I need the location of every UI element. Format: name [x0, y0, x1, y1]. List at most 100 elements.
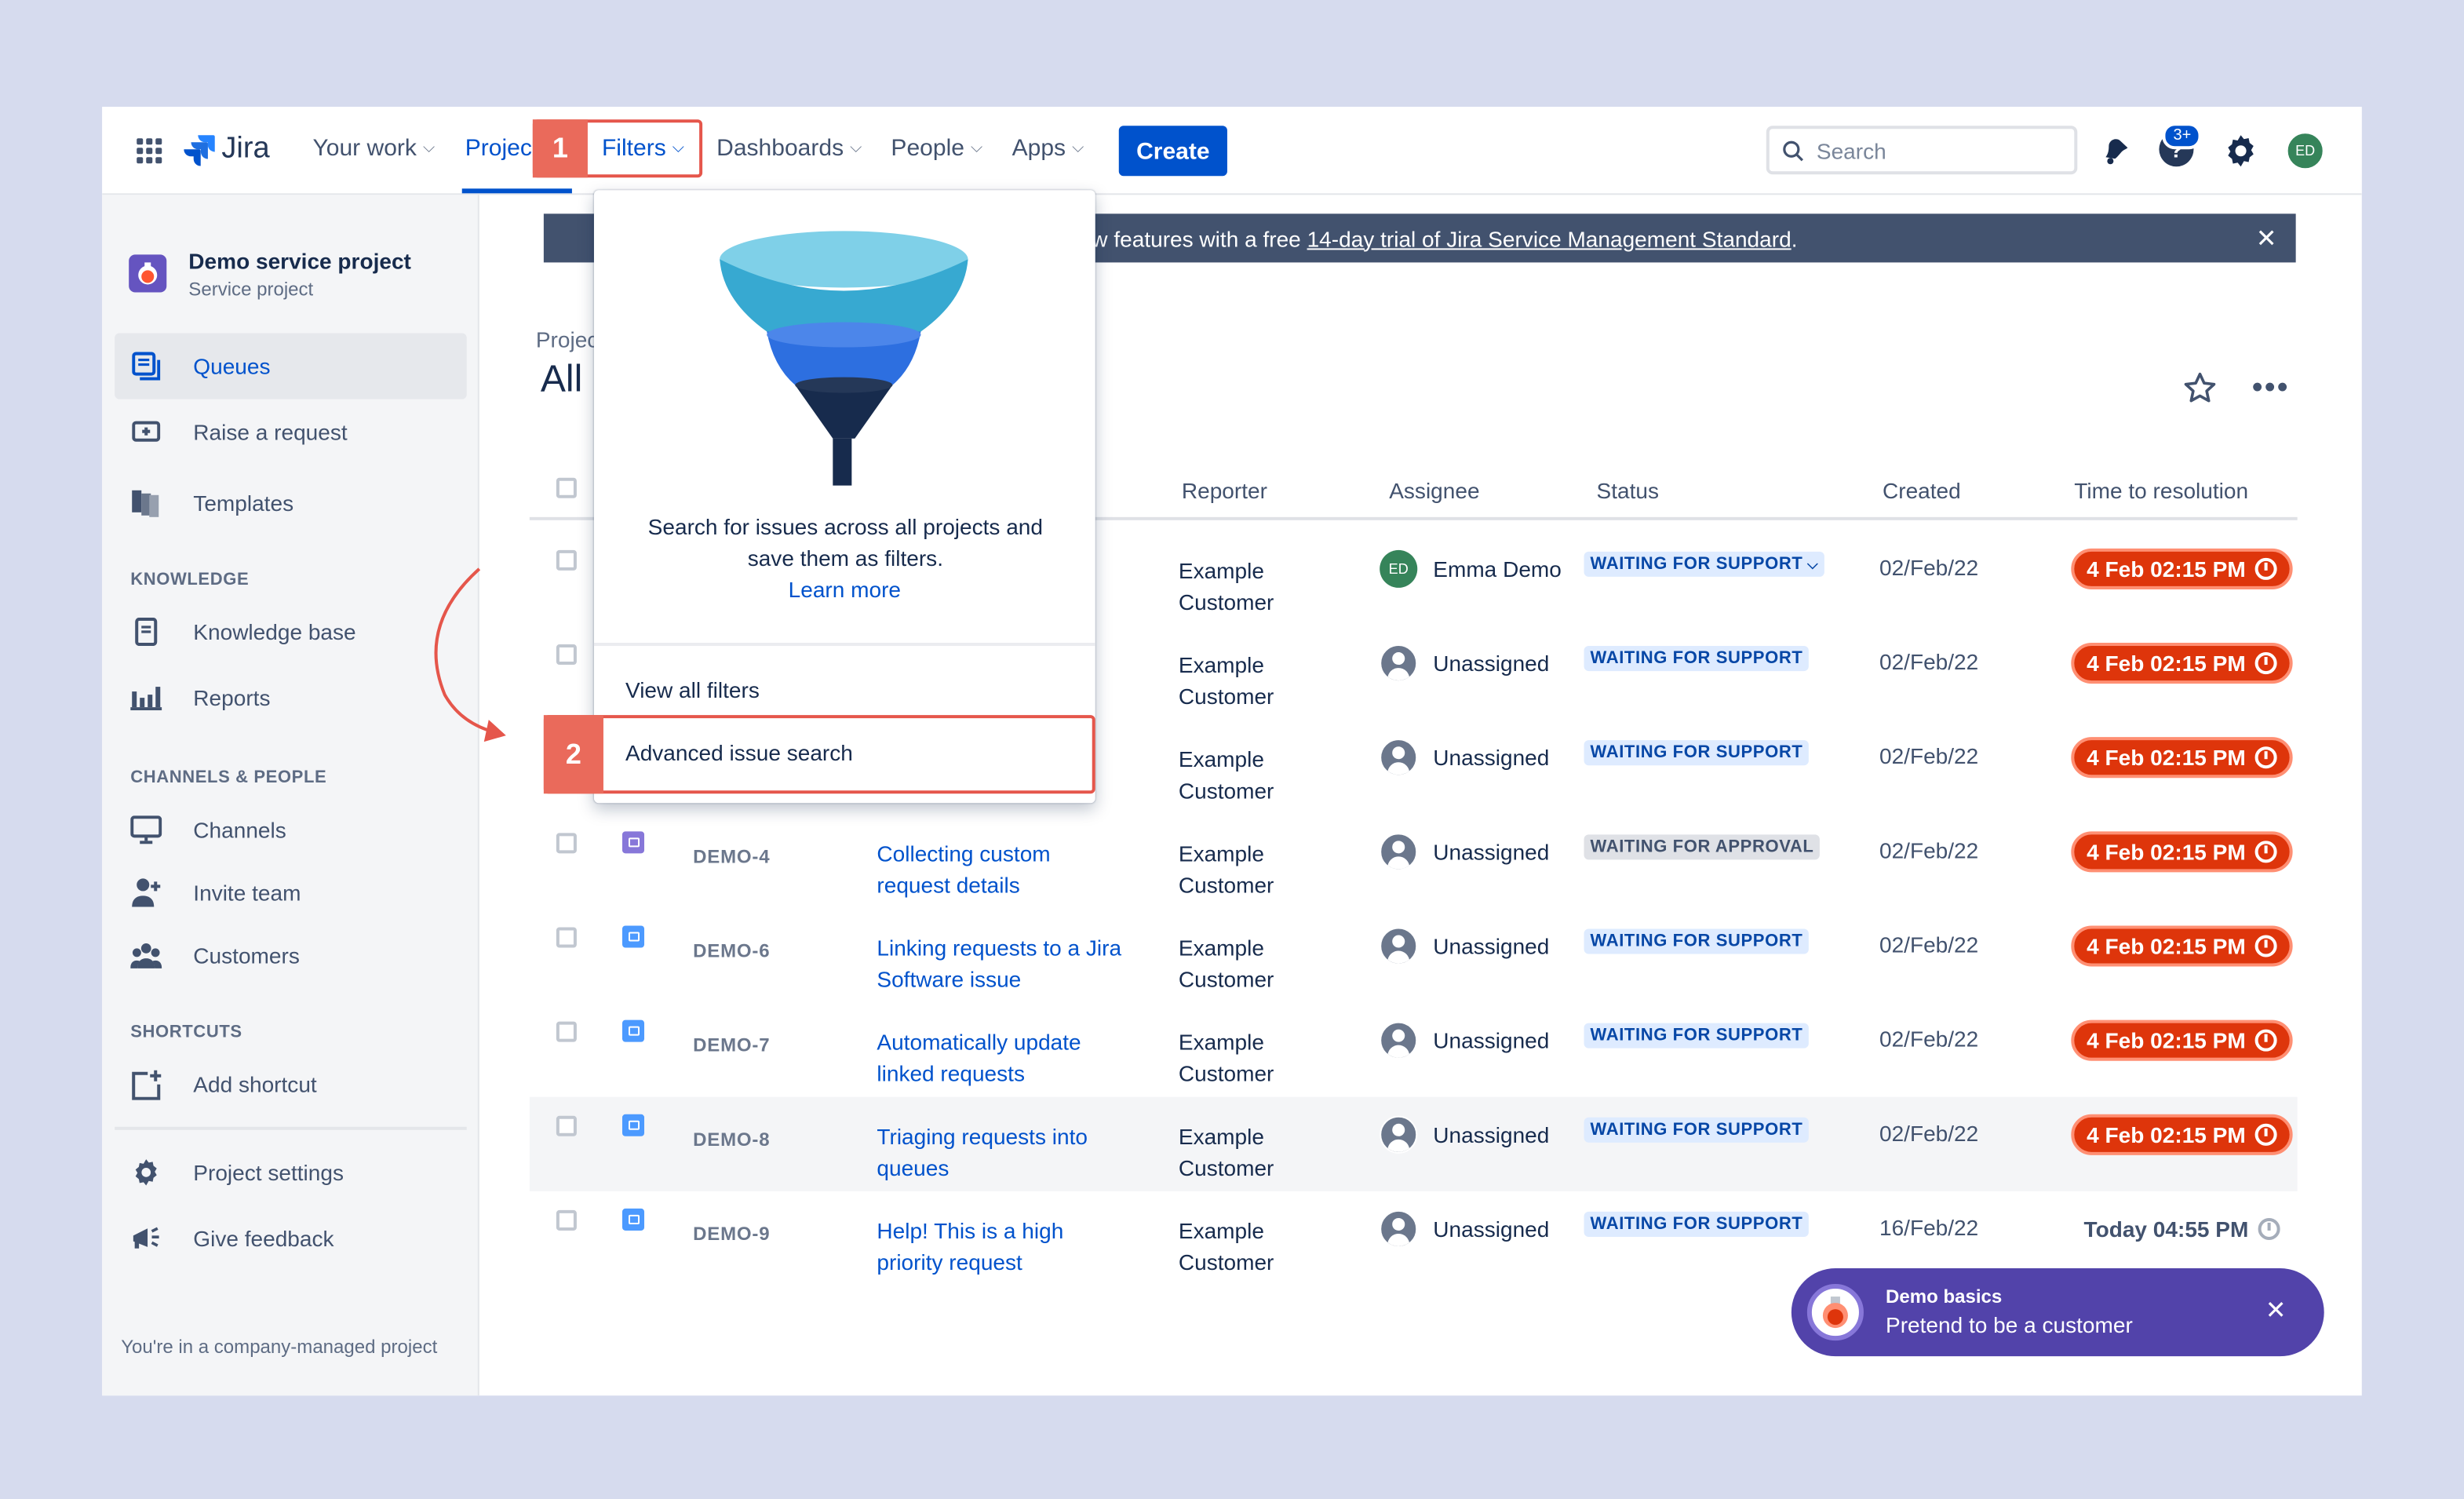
status-label: WAITING FOR SUPPORT — [1590, 649, 1803, 669]
notifications-icon[interactable] — [2096, 132, 2134, 170]
chevron-down-icon: ⌵ — [422, 140, 436, 158]
nav-people[interactable]: People ⌵ — [891, 135, 982, 162]
nav-projects[interactable]: Projec — [465, 135, 532, 162]
close-icon[interactable]: ✕ — [2256, 223, 2277, 254]
banner-trial-link[interactable]: 14-day trial of Jira Service Management … — [1307, 225, 1792, 250]
sidebar-item-channels[interactable]: Channels — [115, 797, 467, 863]
reporter-name[interactable]: Example Customer — [1179, 555, 1320, 618]
section-shortcuts: SHORTCUTS — [130, 1023, 242, 1042]
status-label: WAITING FOR SUPPORT — [1590, 932, 1803, 951]
assignee-cell[interactable]: ED Emma Demo — [1380, 549, 1562, 588]
search-input[interactable]: Search — [1766, 126, 2078, 175]
project-header[interactable]: Demo service project Service project — [129, 248, 411, 300]
sidebar: Demo service project Service project Que… — [102, 195, 479, 1396]
column-created[interactable]: Created — [1883, 478, 1961, 503]
sidebar-item-give-feedback[interactable]: Give feedback — [115, 1205, 467, 1271]
row-checkbox[interactable] — [556, 833, 577, 854]
clock-icon — [2254, 746, 2277, 769]
gear-icon — [130, 1157, 162, 1188]
reporter-name[interactable]: Example Customer — [1179, 1027, 1320, 1089]
nav-projects-label: Projec — [465, 135, 532, 162]
assignee-cell[interactable]: Unassigned — [1380, 1209, 1549, 1248]
nav-apps[interactable]: Apps ⌵ — [1012, 135, 1084, 162]
monitor-icon — [130, 814, 162, 845]
issue-key[interactable]: DEMO-8 — [693, 1129, 770, 1151]
sidebar-item-customers[interactable]: Customers — [115, 922, 467, 988]
status-badge[interactable]: WAITING FOR SUPPORT — [1584, 928, 1810, 954]
assignee-cell[interactable]: Unassigned — [1380, 1021, 1549, 1060]
sidebar-item-queues[interactable]: Queues — [115, 333, 467, 399]
column-assignee[interactable]: Assignee — [1389, 478, 1479, 503]
issue-key[interactable]: DEMO-9 — [693, 1223, 770, 1245]
time-to-resolution-value: 4 Feb 02:15 PM — [2087, 651, 2246, 677]
more-actions-icon[interactable]: ••• — [2252, 371, 2290, 407]
status-badge[interactable]: WAITING FOR SUPPORT — [1584, 1023, 1810, 1049]
demo-basics-toast[interactable]: Demo basics Pretend to be a customer ✕ — [1791, 1268, 2324, 1357]
column-time-to-resolution[interactable]: Time to resolution — [2074, 478, 2248, 503]
issue-key[interactable]: DEMO-6 — [693, 939, 770, 961]
assignee-cell[interactable]: Unassigned — [1380, 739, 1549, 777]
assignee-name: Unassigned — [1433, 933, 1550, 959]
app-switcher-icon[interactable] — [133, 135, 165, 166]
star-icon[interactable] — [2182, 371, 2217, 406]
row-checkbox[interactable] — [556, 1209, 577, 1231]
sidebar-item-add-shortcut[interactable]: Add shortcut — [115, 1052, 467, 1118]
assignee-cell[interactable]: Unassigned — [1380, 833, 1549, 871]
nav-dashboards[interactable]: Dashboards ⌵ — [716, 135, 862, 162]
issue-summary-link[interactable]: Automatically update linked requests — [877, 1027, 1128, 1089]
status-badge[interactable]: WAITING FOR SUPPORT — [1584, 1211, 1810, 1237]
sidebar-item-templates[interactable]: Templates — [115, 470, 467, 536]
status-badge[interactable]: WAITING FOR APPROVAL — [1584, 834, 1821, 860]
toast-subtitle: Pretend to be a customer — [1886, 1312, 2133, 1338]
sidebar-item-invite-team[interactable]: Invite team — [115, 859, 467, 925]
nav-your-work[interactable]: Your work ⌵ — [312, 135, 435, 162]
assignee-cell[interactable]: Unassigned — [1380, 644, 1549, 683]
issue-key[interactable]: DEMO-4 — [693, 845, 770, 867]
gear-icon[interactable] — [2222, 132, 2260, 170]
issue-summary-link[interactable]: Collecting custom request details — [877, 837, 1128, 900]
issue-summary-link[interactable]: Triaging requests into queues — [877, 1121, 1128, 1184]
reporter-name[interactable]: Example Customer — [1179, 1215, 1320, 1278]
reporter-name[interactable]: Example Customer — [1179, 649, 1320, 712]
table-row[interactable]: DEMO-8 Triaging requests into queues Examp… — [529, 1096, 2298, 1191]
row-checkbox[interactable] — [556, 927, 577, 948]
section-knowledge: KNOWLEDGE — [130, 570, 250, 589]
status-badge[interactable]: WAITING FOR SUPPORT — [1584, 740, 1810, 766]
reporter-name[interactable]: Example Customer — [1179, 837, 1320, 900]
clock-icon — [2254, 841, 2277, 863]
row-checkbox[interactable] — [556, 1115, 577, 1136]
issue-summary-link[interactable]: Linking requests to a Jira Software issu… — [877, 932, 1128, 994]
unassigned-person-icon — [1380, 927, 1418, 965]
row-checkbox[interactable] — [556, 549, 577, 571]
user-avatar[interactable]: ED — [2284, 130, 2326, 172]
filters-dropdown: Search for issues across all projects an… — [593, 190, 1095, 804]
dropdown-divider — [593, 643, 1095, 647]
status-badge[interactable]: WAITING FOR SUPPORT — [1584, 646, 1810, 672]
row-checkbox[interactable] — [556, 644, 577, 666]
sidebar-item-label: Templates — [193, 490, 294, 516]
breadcrumb[interactable]: Projec — [536, 327, 598, 352]
issue-key[interactable]: DEMO-7 — [693, 1034, 770, 1056]
create-button[interactable]: Create — [1118, 126, 1227, 177]
select-all-checkbox[interactable] — [556, 477, 577, 498]
issue-summary-link[interactable]: Help! This is a high priority request — [877, 1215, 1128, 1278]
table-row[interactable]: DEMO-4 Collecting custom request details E… — [530, 831, 2298, 932]
reporter-name[interactable]: Example Customer — [1179, 932, 1320, 994]
assignee-cell[interactable]: Unassigned — [1380, 927, 1549, 965]
sidebar-item-raise-request[interactable]: Raise a request — [115, 399, 467, 465]
row-checkbox[interactable] — [556, 1021, 577, 1042]
view-all-filters-item[interactable]: View all filters — [625, 677, 760, 702]
learn-more-link[interactable]: Learn more — [594, 577, 1095, 602]
jira-logo[interactable]: Jira — [184, 132, 270, 166]
status-badge[interactable]: WAITING FOR SUPPORT ⌵ — [1584, 551, 1825, 577]
reporter-name[interactable]: Example Customer — [1179, 1121, 1320, 1184]
column-reporter[interactable]: Reporter — [1182, 478, 1267, 503]
table-row[interactable]: DEMO-6 Linking requests to a Jira Softwar… — [530, 925, 2298, 1026]
reporter-name[interactable]: Example Customer — [1179, 743, 1320, 806]
assignee-cell[interactable]: Unassigned — [1380, 1115, 1549, 1154]
close-icon[interactable]: ✕ — [2265, 1295, 2287, 1326]
sidebar-item-project-settings[interactable]: Project settings — [115, 1140, 467, 1205]
jira-logo-icon — [184, 135, 215, 166]
status-badge[interactable]: WAITING FOR SUPPORT — [1584, 1117, 1810, 1143]
column-status[interactable]: Status — [1597, 478, 1660, 503]
